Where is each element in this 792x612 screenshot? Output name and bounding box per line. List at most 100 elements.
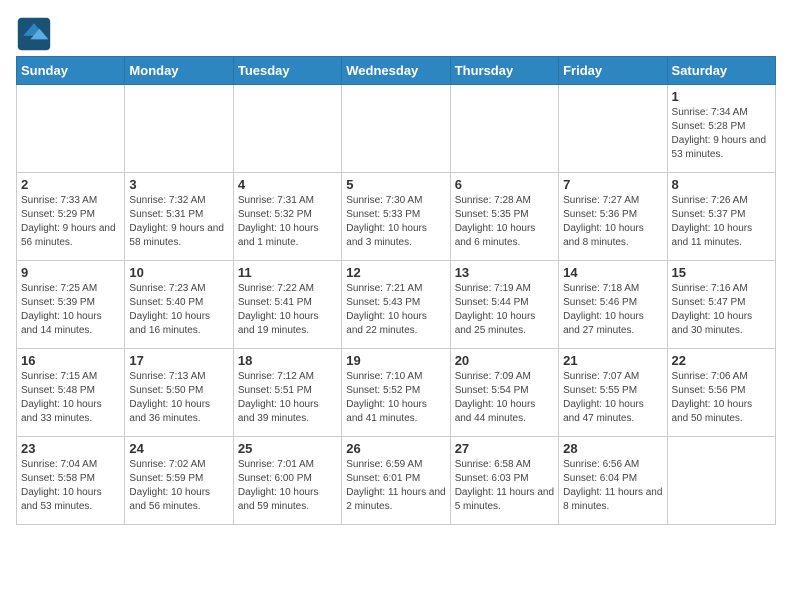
calendar-cell: 26 Sunrise: 6:59 AM Sunset: 6:01 PM Dayli… (342, 437, 450, 525)
weekday-header-friday: Friday (559, 57, 667, 85)
day-number: 14 (563, 265, 662, 280)
day-info: Sunrise: 7:22 AM Sunset: 5:41 PM Dayligh… (238, 282, 337, 338)
calendar-cell (233, 85, 341, 173)
day-number: 3 (129, 177, 228, 192)
calendar-cell (342, 85, 450, 173)
day-info: Sunrise: 7:28 AM Sunset: 5:35 PM Dayligh… (455, 194, 554, 250)
day-info: Sunrise: 6:56 AM Sunset: 6:04 PM Dayligh… (563, 458, 662, 514)
day-info: Sunrise: 7:25 AM Sunset: 5:39 PM Dayligh… (21, 282, 120, 338)
calendar-cell: 28 Sunrise: 6:56 AM Sunset: 6:04 PM Dayli… (559, 437, 667, 525)
day-info: Sunrise: 7:34 AM Sunset: 5:28 PM Dayligh… (672, 106, 771, 162)
calendar-week-row: 2 Sunrise: 7:33 AM Sunset: 5:29 PM Daylig… (17, 173, 776, 261)
day-info: Sunrise: 7:04 AM Sunset: 5:58 PM Dayligh… (21, 458, 120, 514)
day-info: Sunrise: 7:06 AM Sunset: 5:56 PM Dayligh… (672, 370, 771, 426)
calendar-cell: 7 Sunrise: 7:27 AM Sunset: 5:36 PM Daylig… (559, 173, 667, 261)
calendar-cell (559, 85, 667, 173)
logo-icon (16, 16, 52, 52)
calendar-table: SundayMondayTuesdayWednesdayThursdayFrid… (16, 56, 776, 525)
calendar-week-row: 9 Sunrise: 7:25 AM Sunset: 5:39 PM Daylig… (17, 261, 776, 349)
day-info: Sunrise: 7:27 AM Sunset: 5:36 PM Dayligh… (563, 194, 662, 250)
calendar-cell: 22 Sunrise: 7:06 AM Sunset: 5:56 PM Dayli… (667, 349, 775, 437)
day-number: 16 (21, 353, 120, 368)
day-number: 15 (672, 265, 771, 280)
day-number: 1 (672, 89, 771, 104)
day-number: 2 (21, 177, 120, 192)
calendar-week-row: 1 Sunrise: 7:34 AM Sunset: 5:28 PM Daylig… (17, 85, 776, 173)
calendar-cell: 17 Sunrise: 7:13 AM Sunset: 5:50 PM Dayli… (125, 349, 233, 437)
day-info: Sunrise: 7:32 AM Sunset: 5:31 PM Dayligh… (129, 194, 228, 250)
day-number: 18 (238, 353, 337, 368)
calendar-cell (125, 85, 233, 173)
day-number: 22 (672, 353, 771, 368)
day-info: Sunrise: 7:21 AM Sunset: 5:43 PM Dayligh… (346, 282, 445, 338)
calendar-cell: 24 Sunrise: 7:02 AM Sunset: 5:59 PM Dayli… (125, 437, 233, 525)
day-number: 28 (563, 441, 662, 456)
calendar-cell: 18 Sunrise: 7:12 AM Sunset: 5:51 PM Dayli… (233, 349, 341, 437)
day-number: 8 (672, 177, 771, 192)
calendar-cell: 2 Sunrise: 7:33 AM Sunset: 5:29 PM Daylig… (17, 173, 125, 261)
calendar-cell: 3 Sunrise: 7:32 AM Sunset: 5:31 PM Daylig… (125, 173, 233, 261)
day-info: Sunrise: 7:33 AM Sunset: 5:29 PM Dayligh… (21, 194, 120, 250)
calendar-cell: 11 Sunrise: 7:22 AM Sunset: 5:41 PM Dayli… (233, 261, 341, 349)
calendar-cell: 9 Sunrise: 7:25 AM Sunset: 5:39 PM Daylig… (17, 261, 125, 349)
day-number: 10 (129, 265, 228, 280)
weekday-header-thursday: Thursday (450, 57, 558, 85)
calendar-cell: 4 Sunrise: 7:31 AM Sunset: 5:32 PM Daylig… (233, 173, 341, 261)
calendar-cell (17, 85, 125, 173)
calendar-cell: 21Sunrise: 7:07 AM Sunset: 5:55 PM Dayli… (559, 349, 667, 437)
weekday-header-saturday: Saturday (667, 57, 775, 85)
weekday-header-row: SundayMondayTuesdayWednesdayThursdayFrid… (17, 57, 776, 85)
calendar-cell: 14Sunrise: 7:18 AM Sunset: 5:46 PM Dayli… (559, 261, 667, 349)
calendar-cell: 1 Sunrise: 7:34 AM Sunset: 5:28 PM Daylig… (667, 85, 775, 173)
calendar-cell: 16Sunrise: 7:15 AM Sunset: 5:48 PM Dayli… (17, 349, 125, 437)
calendar-cell (450, 85, 558, 173)
day-info: Sunrise: 7:01 AM Sunset: 6:00 PM Dayligh… (238, 458, 337, 514)
calendar-cell: 20Sunrise: 7:09 AM Sunset: 5:54 PM Dayli… (450, 349, 558, 437)
calendar-cell: 25 Sunrise: 7:01 AM Sunset: 6:00 PM Dayli… (233, 437, 341, 525)
day-info: Sunrise: 6:58 AM Sunset: 6:03 PM Dayligh… (455, 458, 554, 514)
day-info: Sunrise: 7:09 AM Sunset: 5:54 PM Dayligh… (455, 370, 554, 426)
day-number: 25 (238, 441, 337, 456)
day-info: Sunrise: 6:59 AM Sunset: 6:01 PM Dayligh… (346, 458, 445, 514)
calendar-cell: 23 Sunrise: 7:04 AM Sunset: 5:58 PM Dayli… (17, 437, 125, 525)
day-info: Sunrise: 7:31 AM Sunset: 5:32 PM Dayligh… (238, 194, 337, 250)
calendar-cell: 8Sunrise: 7:26 AM Sunset: 5:37 PM Daylig… (667, 173, 775, 261)
day-number: 24 (129, 441, 228, 456)
calendar-week-row: 16Sunrise: 7:15 AM Sunset: 5:48 PM Dayli… (17, 349, 776, 437)
calendar-cell: 27 Sunrise: 6:58 AM Sunset: 6:03 PM Dayli… (450, 437, 558, 525)
calendar-week-row: 23 Sunrise: 7:04 AM Sunset: 5:58 PM Dayli… (17, 437, 776, 525)
calendar-cell: 5Sunrise: 7:30 AM Sunset: 5:33 PM Daylig… (342, 173, 450, 261)
calendar-cell: 13 Sunrise: 7:19 AM Sunset: 5:44 PM Dayli… (450, 261, 558, 349)
day-number: 19 (346, 353, 445, 368)
calendar-cell: 19 Sunrise: 7:10 AM Sunset: 5:52 PM Dayli… (342, 349, 450, 437)
day-number: 21 (563, 353, 662, 368)
day-info: Sunrise: 7:19 AM Sunset: 5:44 PM Dayligh… (455, 282, 554, 338)
calendar-cell: 12 Sunrise: 7:21 AM Sunset: 5:43 PM Dayli… (342, 261, 450, 349)
weekday-header-wednesday: Wednesday (342, 57, 450, 85)
day-info: Sunrise: 7:16 AM Sunset: 5:47 PM Dayligh… (672, 282, 771, 338)
page-header (16, 16, 776, 52)
day-info: Sunrise: 7:12 AM Sunset: 5:51 PM Dayligh… (238, 370, 337, 426)
weekday-header-sunday: Sunday (17, 57, 125, 85)
day-number: 4 (238, 177, 337, 192)
calendar-cell: 10 Sunrise: 7:23 AM Sunset: 5:40 PM Dayli… (125, 261, 233, 349)
day-info: Sunrise: 7:13 AM Sunset: 5:50 PM Dayligh… (129, 370, 228, 426)
day-number: 26 (346, 441, 445, 456)
day-info: Sunrise: 7:10 AM Sunset: 5:52 PM Dayligh… (346, 370, 445, 426)
day-info: Sunrise: 7:23 AM Sunset: 5:40 PM Dayligh… (129, 282, 228, 338)
day-number: 11 (238, 265, 337, 280)
day-number: 7 (563, 177, 662, 192)
weekday-header-tuesday: Tuesday (233, 57, 341, 85)
day-number: 23 (21, 441, 120, 456)
day-number: 9 (21, 265, 120, 280)
day-number: 13 (455, 265, 554, 280)
day-number: 17 (129, 353, 228, 368)
calendar-cell: 15 Sunrise: 7:16 AM Sunset: 5:47 PM Dayli… (667, 261, 775, 349)
day-info: Sunrise: 7:02 AM Sunset: 5:59 PM Dayligh… (129, 458, 228, 514)
calendar-cell (667, 437, 775, 525)
weekday-header-monday: Monday (125, 57, 233, 85)
day-number: 27 (455, 441, 554, 456)
day-info: Sunrise: 7:30 AM Sunset: 5:33 PM Dayligh… (346, 194, 445, 250)
day-number: 6 (455, 177, 554, 192)
day-number: 12 (346, 265, 445, 280)
